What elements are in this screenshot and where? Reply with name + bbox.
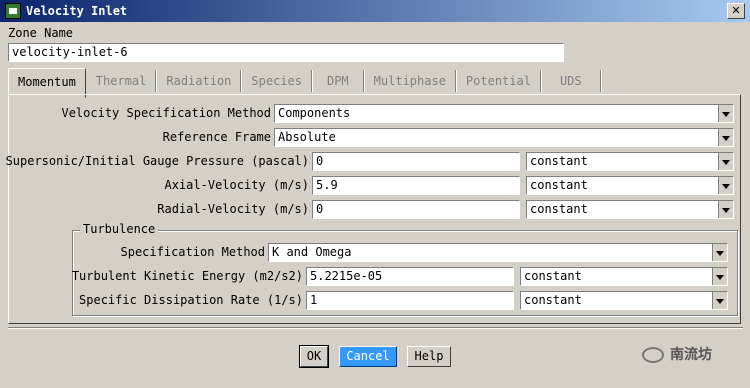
reference-frame-label: Reference Frame [162,130,271,144]
close-button[interactable]: ✕ [727,3,745,19]
reference-frame-value: Absolute [278,130,336,144]
radial-velocity-field[interactable]: 0 [312,200,520,219]
chevron-down-icon[interactable] [712,244,727,261]
spec-method-value: K and Omega [272,245,352,259]
tab-thermal[interactable]: Thermal [87,70,157,92]
reference-frame-select[interactable]: Absolute [274,128,734,147]
help-button[interactable]: Help [407,346,451,367]
pressure-label: Supersonic/Initial Gauge Pressure (pasca… [5,154,309,168]
velocity-spec-label: Velocity Specification Method [61,106,271,120]
tab-species[interactable]: Species [242,70,312,92]
tke-field[interactable]: 5.2215e-05 [306,267,514,286]
pressure-profile-value: constant [530,154,588,168]
tab-multiphase[interactable]: Multiphase [365,70,456,92]
tab-radiation[interactable]: Radiation [157,70,242,92]
title-bar[interactable]: Velocity Inlet ✕ [0,0,750,22]
pressure-field[interactable]: 0 [312,152,520,171]
tke-label: Turbulent Kinetic Energy (m2/s2) [71,269,303,283]
radial-velocity-label: Radial-Velocity (m/s) [157,202,309,216]
pressure-profile-select[interactable]: constant [526,152,734,171]
axial-profile-select[interactable]: constant [526,176,734,195]
tab-dpm[interactable]: DPM [313,70,364,92]
spec-method-label: Specification Method [120,245,266,259]
sdr-field[interactable]: 1 [306,291,514,310]
tab-potential[interactable]: Potential [457,70,541,92]
radial-profile-select[interactable]: constant [526,200,734,219]
chevron-down-icon[interactable] [718,153,733,170]
velocity-spec-value: Components [278,106,351,120]
turbulence-legend: Turbulence [80,222,159,236]
sdr-label: Specific Dissipation Rate (1/s) [79,293,303,307]
sdr-profile-select[interactable]: constant [520,291,728,310]
velocity-spec-select[interactable]: Components [274,104,734,123]
chevron-down-icon[interactable] [712,268,727,285]
cancel-button[interactable]: Cancel [339,346,397,367]
ok-button[interactable]: OK [299,345,329,368]
separator [8,327,743,329]
window-title: Velocity Inlet [26,4,128,18]
tab-bar: Momentum Thermal Radiation Species DPM M… [8,68,602,98]
tke-profile-select[interactable]: constant [520,267,728,286]
spec-method-select[interactable]: K and Omega [268,243,728,262]
chevron-down-icon[interactable] [712,292,727,309]
chevron-down-icon[interactable] [718,201,733,218]
chevron-down-icon[interactable] [718,105,733,122]
radial-profile-value: constant [530,202,588,216]
axial-velocity-field[interactable]: 5.9 [312,176,520,195]
zone-name-field[interactable]: velocity-inlet-6 [8,43,564,62]
watermark: 南流坊 [642,344,712,364]
axial-velocity-label: Axial-Velocity (m/s) [164,178,310,192]
chevron-down-icon[interactable] [718,129,733,146]
axial-profile-value: constant [530,178,588,192]
watermark-text: 南流坊 [670,347,712,363]
tke-profile-value: constant [524,269,582,283]
tab-uds[interactable]: UDS [542,70,601,92]
wechat-icon [642,347,664,363]
zone-name-label: Zone Name [8,26,74,40]
app-icon [5,3,21,19]
sdr-profile-value: constant [524,293,582,307]
chevron-down-icon[interactable] [718,177,733,194]
